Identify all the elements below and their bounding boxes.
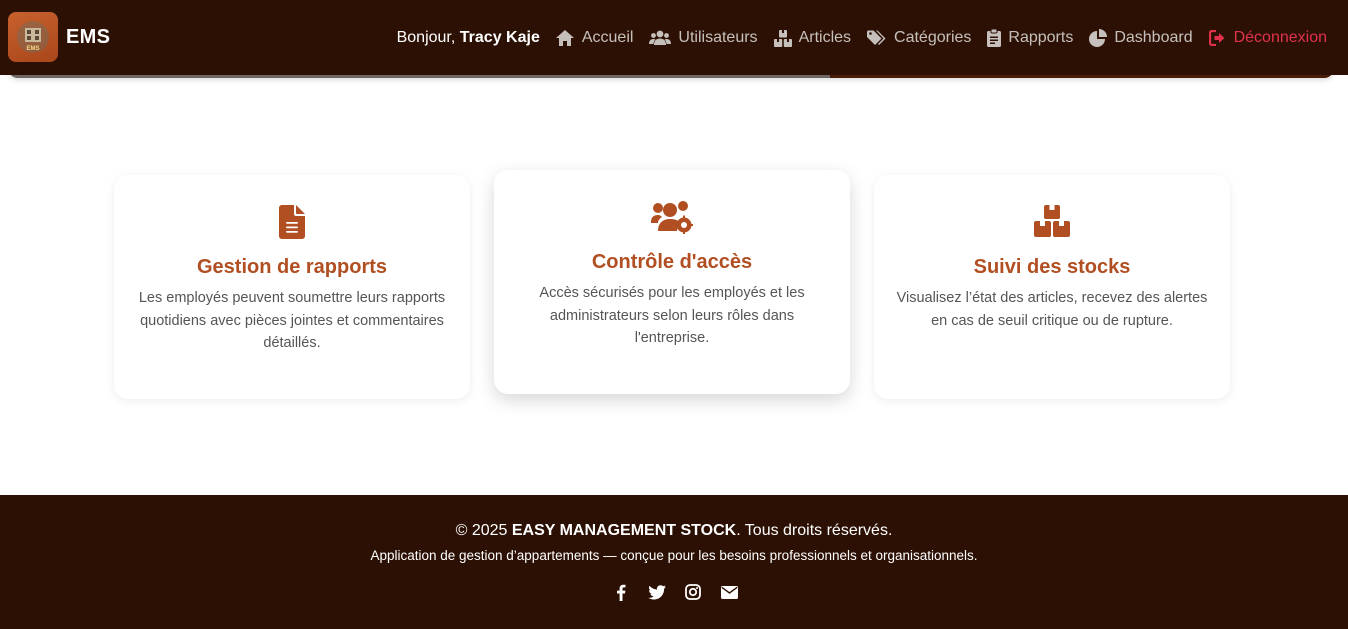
feature-description: Accès sécurisés pour les employés et les… xyxy=(539,285,805,346)
sign-out-icon xyxy=(1208,30,1225,46)
nav-link-label: Déconnexion xyxy=(1233,29,1327,46)
nav-link-categories[interactable]: Catégories xyxy=(867,29,971,47)
navbar: EMS EMS Bonjour, Tracy Kaje Accueil Util… xyxy=(0,0,1348,75)
nav-link-deconnexion[interactable]: Déconnexion xyxy=(1208,29,1327,47)
nav-link-label: Dashboard xyxy=(1114,29,1193,46)
users-icon xyxy=(649,30,672,45)
home-icon xyxy=(555,30,574,46)
brand-logo[interactable]: EMS xyxy=(8,12,58,62)
feature-title: Contrôle d'accès xyxy=(591,251,753,273)
feature-description: Visualisez l’état des articles, recevez … xyxy=(896,290,1208,329)
feature-card-acces: Contrôle d'accès Accès sécurisés pour le… xyxy=(494,170,850,394)
feature-icon-wrapper xyxy=(136,205,448,239)
user-name: Tracy Kaje xyxy=(459,29,540,46)
feature-icon-wrapper xyxy=(516,200,828,234)
footer-tagline: Application de gestion d’appartements — … xyxy=(370,548,978,563)
twitter-icon xyxy=(648,584,666,599)
file-icon xyxy=(279,205,305,239)
main-nav: Bonjour, Tracy Kaje Accueil Utilisateurs… xyxy=(397,26,1327,50)
logo-text: EMS xyxy=(26,46,39,52)
copyright-prefix: © 2025 xyxy=(455,522,508,539)
brand-name[interactable]: EMS xyxy=(66,26,110,49)
envelope-icon xyxy=(720,585,738,599)
nav-link-label: Catégories xyxy=(894,29,972,46)
brand[interactable]: EMS EMS xyxy=(8,12,110,62)
nav-link-dashboard[interactable]: Dashboard xyxy=(1089,29,1193,47)
twitter-link[interactable] xyxy=(648,583,666,601)
facebook-icon xyxy=(617,584,626,601)
greeting-prefix: Bonjour, xyxy=(396,29,456,46)
feature-title: Suivi des stocks xyxy=(973,256,1131,278)
nav-link-articles[interactable]: Articles xyxy=(773,29,852,47)
feature-card-stocks: Suivi des stocks Visualisez l’état des a… xyxy=(874,175,1230,399)
copyright-rights: . Tous droits réservés. xyxy=(736,522,893,539)
nav-link-utilisateurs[interactable]: Utilisateurs xyxy=(649,29,758,47)
boxes-icon xyxy=(773,29,792,47)
feature-description: Les employés peuvent soumettre leurs rap… xyxy=(138,290,446,351)
pie-chart-icon xyxy=(1089,29,1108,47)
email-link[interactable] xyxy=(720,583,738,601)
feature-title: Gestion de rapports xyxy=(196,256,388,278)
feature-card-rapports: Gestion de rapports Les employés peuvent… xyxy=(114,175,470,399)
users-cog-icon xyxy=(651,201,693,234)
footer: © 2025 EASY MANAGEMENT STOCK. Tous droit… xyxy=(0,495,1348,629)
nav-link-label: Articles xyxy=(798,29,852,46)
nav-link-accueil[interactable]: Accueil xyxy=(555,29,634,47)
nav-link-label: Utilisateurs xyxy=(678,29,758,46)
nav-link-rapports[interactable]: Rapports xyxy=(987,29,1073,47)
feature-icon-wrapper xyxy=(896,205,1208,239)
instagram-icon xyxy=(685,584,701,600)
facebook-link[interactable] xyxy=(612,583,630,601)
social-links xyxy=(2,583,1348,601)
footer-copyright: © 2025 EASY MANAGEMENT STOCK. Tous droit… xyxy=(0,522,1348,540)
boxes-icon xyxy=(1034,205,1070,237)
company-name: EASY MANAGEMENT STOCK xyxy=(511,522,737,539)
clipboard-icon xyxy=(987,29,1002,47)
tags-icon xyxy=(867,30,886,45)
instagram-link[interactable] xyxy=(684,583,702,601)
nav-link-label: Rapports xyxy=(1008,29,1074,46)
logo-icon: EMS xyxy=(17,21,49,53)
user-greeting: Bonjour, Tracy Kaje xyxy=(397,29,540,47)
nav-link-label: Accueil xyxy=(581,29,634,46)
